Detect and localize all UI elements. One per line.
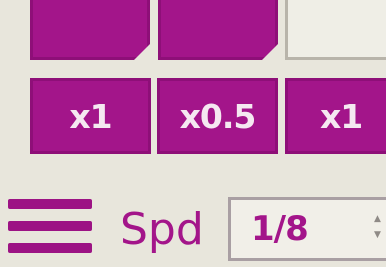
top-tile-2[interactable] (158, 0, 278, 60)
menu-bar-bottom (8, 243, 92, 253)
menu-bar-middle (8, 221, 92, 231)
menu-bar-top (8, 199, 92, 209)
speed-button-x1[interactable]: x1 (30, 78, 151, 154)
speed-button-x1-second[interactable]: x1 (285, 78, 386, 154)
spinner-buttons[interactable]: ▲ ▼ (374, 214, 384, 244)
hamburger-menu-icon[interactable] (8, 197, 92, 255)
tile-corner-notch (262, 44, 278, 60)
speed-button-x0.5[interactable]: x0.5 (157, 78, 278, 154)
speed-stepper[interactable]: 1/8 ▲ ▼ (228, 197, 386, 261)
tile-corner-notch (134, 44, 150, 60)
top-tile-3-empty[interactable] (285, 0, 386, 60)
spin-up-icon[interactable]: ▲ (374, 214, 381, 224)
speed-label: Spd (120, 204, 204, 255)
spin-down-icon[interactable]: ▼ (374, 230, 381, 240)
speed-value: 1/8 (251, 209, 309, 249)
top-tile-1[interactable] (30, 0, 150, 60)
